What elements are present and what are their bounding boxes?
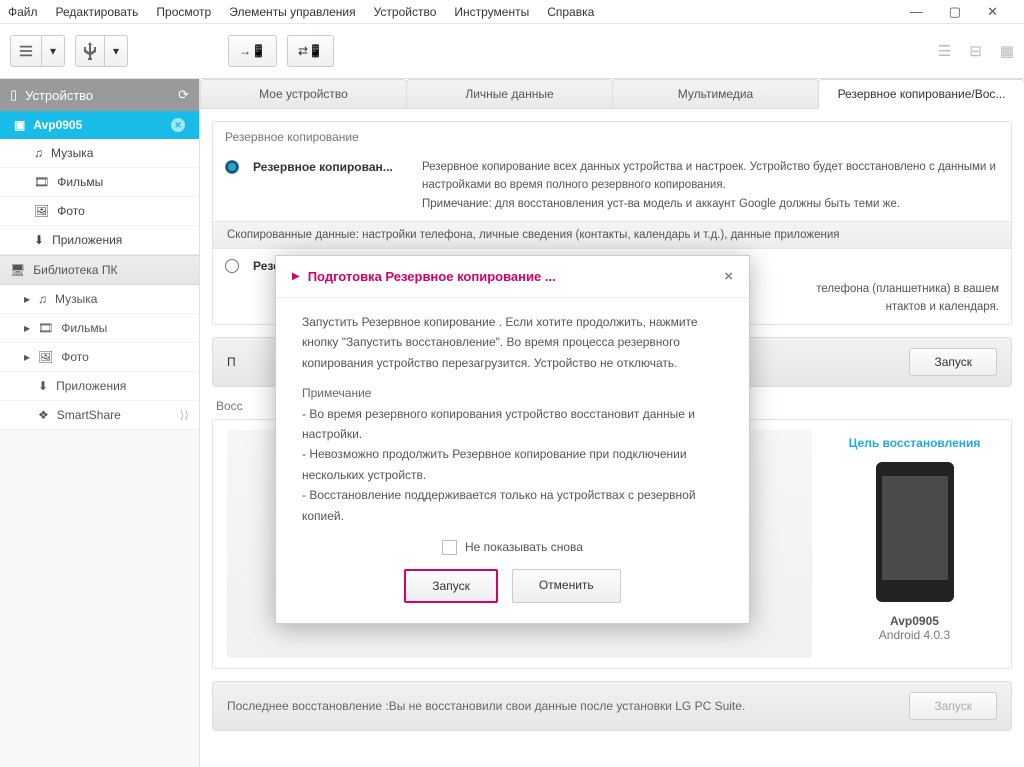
drive-icon: ▣	[14, 118, 25, 132]
eject-icon[interactable]: ✕	[171, 118, 185, 132]
restore-target-title: Цель восстановления	[838, 436, 991, 450]
backup-confirm-dialog: ▶ Подготовка Резервное копирование ... ×…	[275, 255, 750, 624]
sidebar-item-music[interactable]: ♫Музыка	[0, 139, 199, 168]
send-to-device-icon: →📱	[239, 44, 266, 58]
menu-help[interactable]: Справка	[547, 5, 594, 19]
backup-section-title: Резервное копирование	[213, 122, 1011, 150]
sidebar-lib-movies[interactable]: ▸🎞Фильмы	[0, 314, 199, 343]
phone-icon	[876, 462, 954, 602]
checkbox-dontshow[interactable]	[442, 540, 457, 555]
dialog-dontshow-row[interactable]: Не показывать снова	[276, 532, 749, 569]
sync-device-icon: ⇄📱	[298, 44, 323, 58]
film-icon: 🎞	[38, 321, 53, 335]
music-icon: ♫	[34, 146, 43, 160]
sync-device-button[interactable]: ⇄📱	[287, 35, 334, 67]
menu-view[interactable]: Просмотр	[156, 5, 211, 19]
chevron-down-icon[interactable]: ▾	[41, 36, 64, 66]
dialog-actions: Запуск Отменить	[276, 569, 749, 623]
apps-icon: ⬇	[34, 233, 44, 247]
usb-button[interactable]: ▾	[75, 35, 128, 67]
music-icon: ♫	[38, 292, 47, 306]
dialog-note-1: - Во время резервного копирования устрой…	[302, 404, 723, 445]
dontshow-label: Не показывать снова	[465, 540, 583, 554]
pc-icon: 🖥	[10, 263, 25, 277]
tabs: Мое устройство Личные данные Мультимедиа…	[200, 79, 1024, 109]
menu-tools[interactable]: Инструменты	[454, 5, 529, 19]
sidebar-library-header: 🖥 Библиотека ПК	[0, 255, 199, 285]
sidebar: ▯ Устройство ⟳ ▣ Avp0905 ✕ ♫Музыка 🎞Филь…	[0, 79, 200, 767]
film-icon: 🎞	[34, 175, 49, 189]
photo-icon: 🖼	[34, 204, 49, 218]
refresh-icon[interactable]: ⟳	[178, 87, 189, 103]
menu-edit[interactable]: Редактировать	[56, 5, 139, 19]
sidebar-item-photos[interactable]: 🖼Фото	[0, 197, 199, 226]
caret-icon: ▸	[24, 350, 30, 364]
device-icon: ▯	[10, 87, 17, 103]
toolbar: ▾ ▾ →📱 ⇄📱 ☰ ⊟ ▦	[0, 24, 1024, 79]
sidebar-device-selected[interactable]: ▣ Avp0905 ✕	[0, 111, 199, 139]
caret-icon: ▸	[24, 321, 30, 335]
sidebar-item-movies[interactable]: 🎞Фильмы	[0, 168, 199, 197]
menubar: Файл Редактировать Просмотр Элементы упр…	[0, 0, 1024, 24]
sidebar-device-header: ▯ Устройство ⟳	[0, 79, 199, 111]
dialog-header: ▶ Подготовка Резервное копирование ... ×	[276, 256, 749, 298]
last-restore-text: Последнее восстановление :Вы не восстано…	[227, 699, 745, 713]
tab-backup[interactable]: Резервное копирование/Вос...	[818, 79, 1024, 109]
dialog-body: Запустить Резервное копирование . Если х…	[276, 298, 749, 532]
radio-full-desc: Резервное копирование всех данных устрой…	[422, 158, 999, 213]
view-detail-icon[interactable]: ⊟	[969, 42, 982, 60]
radio-partial-backup[interactable]	[225, 259, 239, 273]
signal-icon: ⟩⟩	[180, 408, 189, 422]
radio-full-label: Резервное копирован...	[253, 158, 408, 174]
dialog-start-button[interactable]: Запуск	[404, 569, 498, 603]
window-minimize-icon[interactable]: —	[910, 4, 923, 20]
strip-label: П	[227, 355, 236, 369]
sidebar-lib-smartshare[interactable]: ▸❖SmartShare⟩⟩	[0, 401, 199, 430]
copied-data-bar: Скопированные данные: настройки телефона…	[213, 221, 1011, 249]
sidebar-lib-music[interactable]: ▸♫Музыка	[0, 285, 199, 314]
dialog-note-3: - Восстановление поддерживается только н…	[302, 485, 723, 526]
tab-my-device[interactable]: Мое устройство	[200, 79, 407, 109]
dialog-paragraph: Запустить Резервное копирование . Если х…	[302, 312, 723, 373]
menu-file[interactable]: Файл	[8, 5, 38, 19]
chevron-down-icon[interactable]: ▾	[104, 36, 127, 66]
apps-icon: ⬇	[38, 379, 48, 393]
window-close-icon[interactable]: ✕	[987, 4, 998, 20]
restore-device-name: Avp0905	[838, 614, 991, 628]
sidebar-item-apps[interactable]: ⬇Приложения	[0, 226, 199, 255]
sidebar-lib-apps[interactable]: ▸⬇Приложения	[0, 372, 199, 401]
view-grid-icon[interactable]: ▦	[1000, 42, 1014, 60]
device-name: Avp0905	[33, 118, 82, 132]
restore-start-button[interactable]: Запуск	[909, 692, 997, 720]
list-mode-button[interactable]: ▾	[10, 35, 65, 67]
view-list-icon[interactable]: ☰	[938, 42, 951, 60]
sidebar-lib-photos[interactable]: ▸🖼Фото	[0, 343, 199, 372]
radio-full-backup[interactable]	[225, 160, 239, 174]
last-restore-strip: Последнее восстановление :Вы не восстано…	[212, 681, 1012, 731]
restore-device-os: Android 4.0.3	[838, 628, 991, 642]
backup-option-full[interactable]: Резервное копирован... Резервное копиров…	[213, 150, 1011, 221]
triangle-icon: ▶	[292, 271, 300, 282]
share-icon: ❖	[38, 408, 49, 422]
tab-personal[interactable]: Личные данные	[406, 79, 613, 109]
restore-target: Цель восстановления Avp0905 Android 4.0.…	[832, 430, 997, 658]
tab-multimedia[interactable]: Мультимедиа	[612, 79, 819, 109]
send-to-device-button[interactable]: →📱	[228, 35, 277, 67]
sidebar-header-label: Устройство	[25, 88, 93, 103]
dialog-note-2: - Невозможно продолжить Резервное копиро…	[302, 444, 723, 485]
usb-icon	[76, 36, 104, 66]
dialog-close-icon[interactable]: ×	[724, 268, 733, 285]
dialog-note-head: Примечание	[302, 383, 723, 403]
dialog-title: Подготовка Резервное копирование ...	[308, 269, 556, 284]
menu-controls[interactable]: Элементы управления	[229, 5, 355, 19]
menu-device[interactable]: Устройство	[374, 5, 437, 19]
caret-icon: ▸	[24, 292, 30, 306]
photo-icon: 🖼	[38, 350, 53, 364]
window-maximize-icon[interactable]: ▢	[949, 4, 961, 20]
dialog-cancel-button[interactable]: Отменить	[512, 569, 621, 603]
backup-start-button[interactable]: Запуск	[909, 348, 997, 376]
